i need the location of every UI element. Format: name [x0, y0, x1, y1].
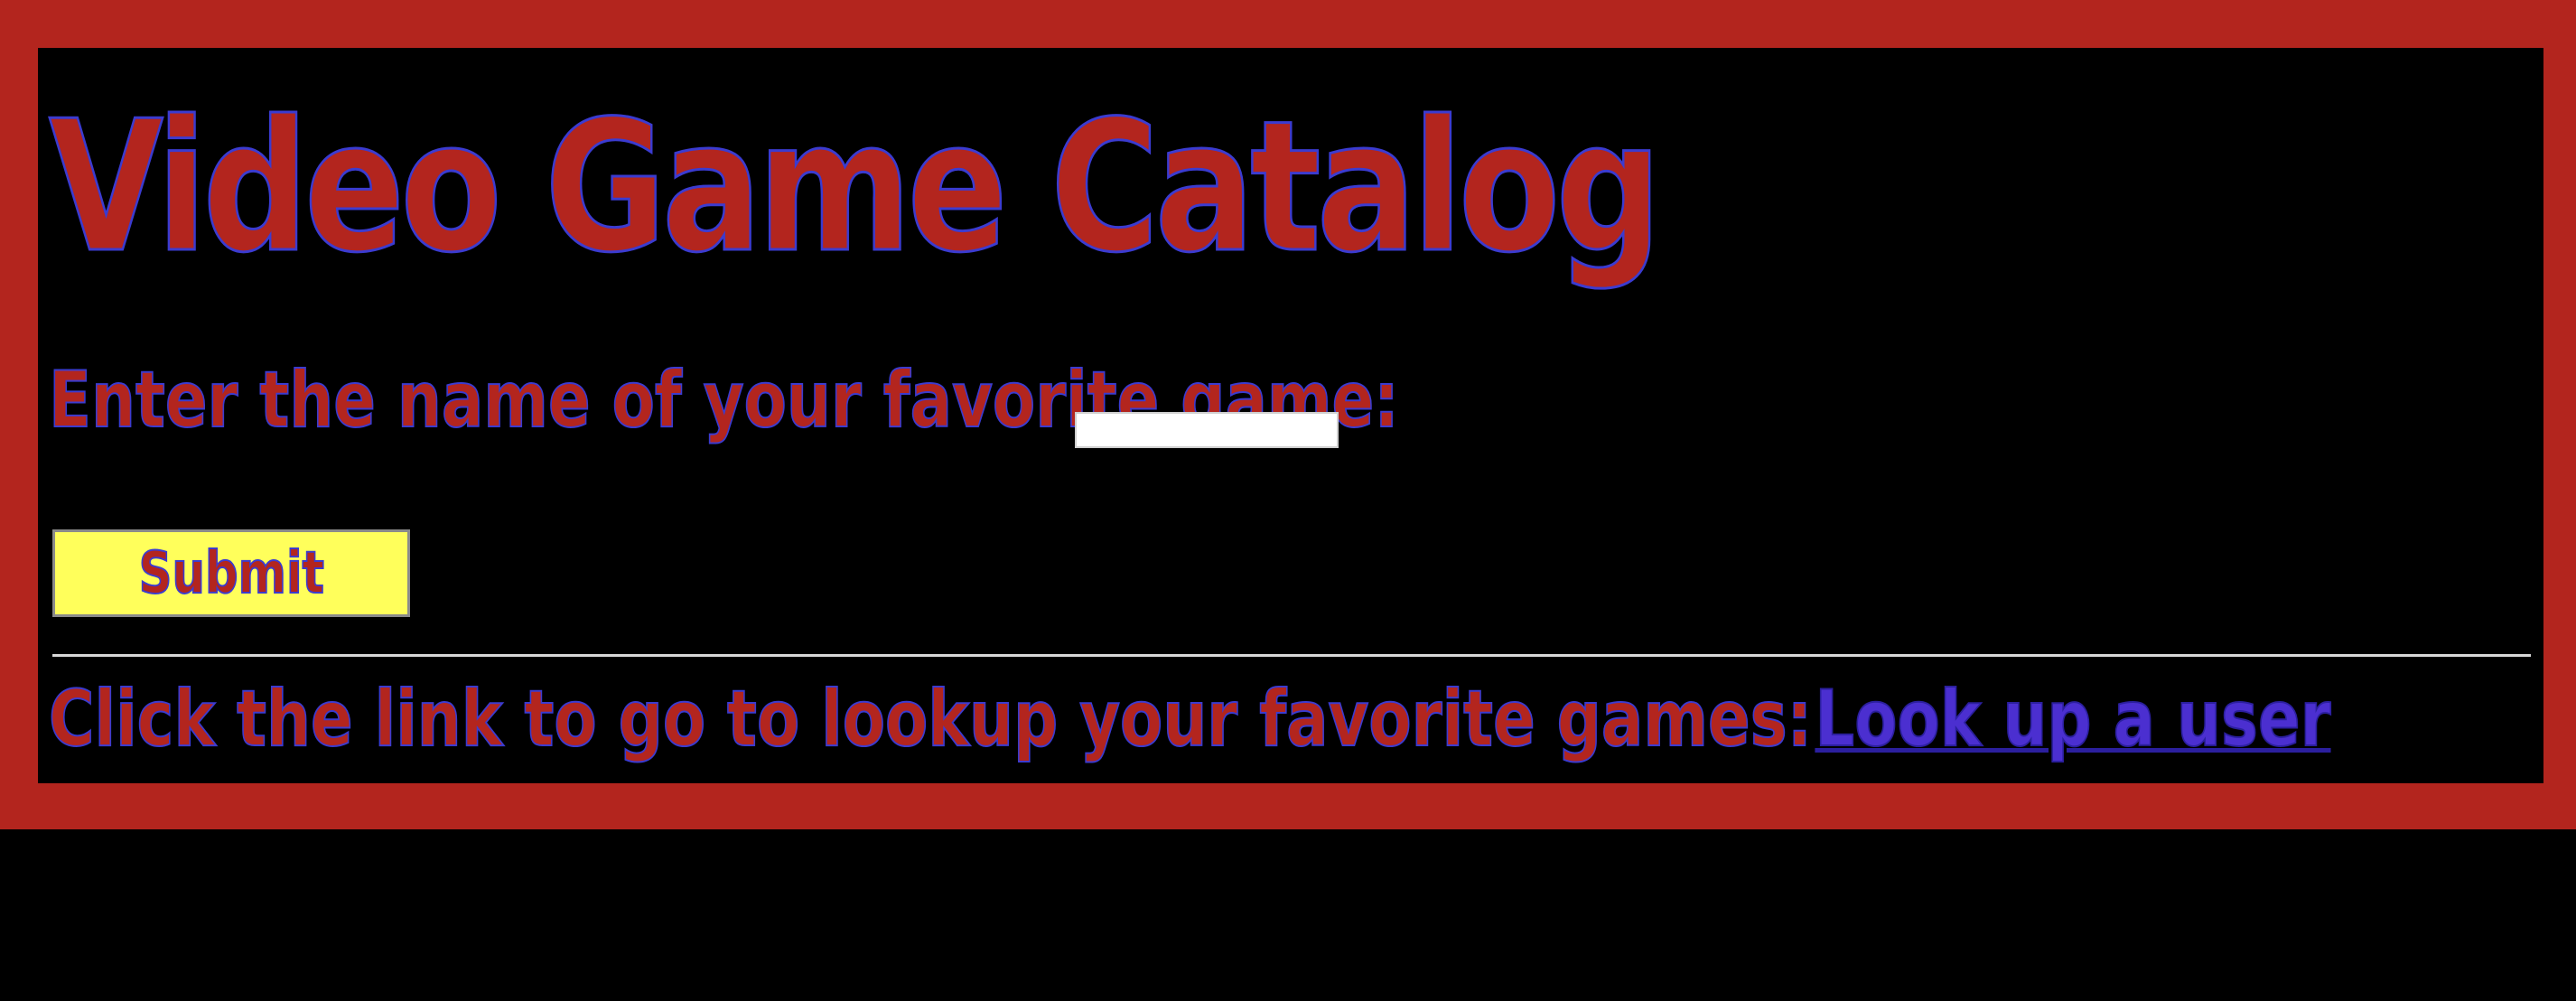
page-frame: Video Game Catalog Enter the name of you…	[0, 0, 2576, 829]
lookup-text: Click the link to go to lookup your favo…	[48, 673, 1813, 765]
lookup-line: Click the link to go to lookup your favo…	[48, 673, 2332, 765]
favorite-game-input[interactable]	[1075, 412, 1339, 448]
submit-button-label: Submit	[138, 539, 325, 608]
content-panel: Video Game Catalog Enter the name of you…	[38, 48, 2543, 783]
divider	[52, 654, 2531, 657]
lookup-user-link[interactable]: Look up a user	[1815, 673, 2332, 765]
submit-button[interactable]: Submit	[52, 529, 410, 617]
page-title: Video Game Catalog	[48, 82, 1663, 293]
